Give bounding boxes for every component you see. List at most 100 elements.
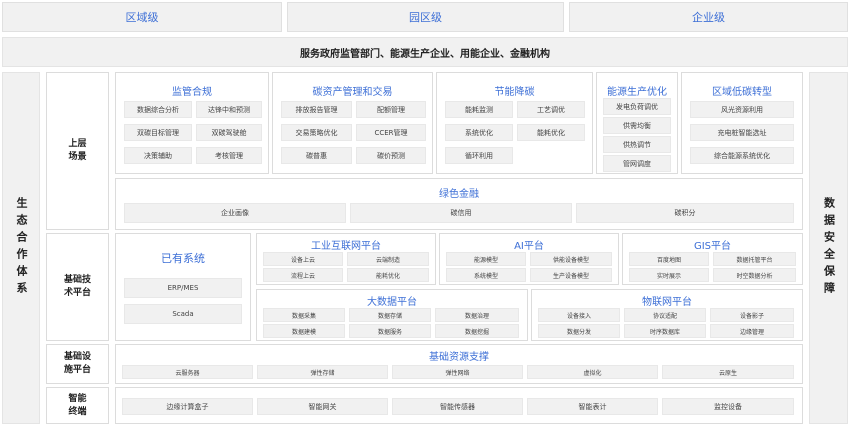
tab-region-level[interactable]: 区域级 — [2, 2, 282, 32]
gis-item[interactable]: 数据托管平台 — [713, 252, 796, 266]
scene-regulatory-item[interactable]: 双碳目标管理 — [124, 124, 192, 141]
gis-item[interactable]: 时空数据分析 — [713, 268, 796, 282]
data-security-label: 数据安全保障 — [809, 72, 848, 424]
ai-platform-title: AI平台 — [514, 241, 544, 252]
bigdata-item[interactable]: 数据挖掘 — [435, 324, 519, 338]
existing-systems: 已有系统 ERP/MES Scada — [115, 233, 251, 341]
iot-platform-title: 物联网平台 — [642, 297, 692, 308]
terminal-item[interactable]: 智能传感器 — [392, 398, 523, 415]
bigdata-item[interactable]: 数据存储 — [349, 308, 431, 322]
scene-regional-transition-item[interactable]: 综合能源系统优化 — [690, 147, 794, 164]
existing-systems-title: 已有系统 — [161, 252, 205, 265]
scene-regional-transition-item[interactable]: 风光资源利用 — [690, 101, 794, 118]
scene-regulatory-item[interactable]: 双碳驾驶舱 — [196, 124, 262, 141]
bigdata-item[interactable]: 数据治理 — [435, 308, 519, 322]
scene-energy-saving-item[interactable]: 工艺调优 — [517, 101, 585, 118]
row-label-upper-1: 上层 — [68, 139, 87, 149]
infra-item[interactable]: 弹性存储 — [257, 365, 388, 379]
bigdata-item[interactable]: 数据采集 — [263, 308, 345, 322]
ecosystem-label-text: 生态合作体系 — [15, 197, 28, 299]
scene-energy-saving-title: 节能降碳 — [494, 87, 535, 98]
scene-energy-production-item[interactable]: 供热调节 — [603, 136, 671, 153]
ai-platform: AI平台 能源模型 供能设备模型 系统模型 生产设备模型 — [439, 233, 619, 285]
existing-system-item[interactable]: ERP/MES — [124, 278, 242, 298]
scene-energy-saving-item[interactable]: 循环利用 — [445, 147, 513, 164]
scene-energy-production-title: 能源生产优化 — [607, 87, 667, 98]
data-security-label-text: 数据安全保障 — [822, 197, 836, 299]
scene-carbon-asset-item[interactable]: 排放报告管理 — [281, 101, 352, 118]
terminal-item[interactable]: 监控设备 — [662, 398, 794, 415]
iot-item[interactable]: 时序数据库 — [624, 324, 706, 338]
ai-item[interactable]: 供能设备模型 — [530, 252, 612, 266]
terminal-item[interactable]: 智能网关 — [257, 398, 388, 415]
infra-item[interactable]: 弹性网络 — [392, 365, 523, 379]
row-label-tech-2: 术平台 — [63, 288, 91, 298]
infra-support-title: 基础资源支撑 — [429, 352, 489, 363]
green-finance-item[interactable]: 碳积分 — [576, 203, 794, 223]
terminal-item[interactable]: 智能表计 — [527, 398, 658, 415]
scene-regulatory-title: 监管合规 — [172, 87, 212, 98]
green-finance: 绿色金融 企业画像 碳信用 碳积分 — [115, 178, 803, 230]
row-label-upper: 上层 场景 — [46, 72, 109, 230]
infra-item[interactable]: 虚拟化 — [527, 365, 658, 379]
scene-regulatory-item[interactable]: 达锋中和预测 — [196, 101, 262, 118]
scene-energy-production-item[interactable]: 管网调度 — [603, 155, 671, 172]
row-label-tech-1: 基础技 — [63, 275, 91, 285]
infra-item[interactable]: 云服务器 — [122, 365, 253, 379]
iot-platform: 物联网平台 设备接入 协议适配 设备影子 数据分发 时序数据库 边缘管理 — [531, 289, 803, 341]
scene-regulatory: 监管合规 数据综合分析 达锋中和预测 双碳目标管理 双碳驾驶舱 决策辅助 考核管… — [115, 72, 269, 174]
iiot-platform-title: 工业互联网平台 — [311, 241, 381, 252]
row-label-smart-1: 智能 — [68, 393, 87, 404]
iot-item[interactable]: 数据分发 — [538, 324, 620, 338]
scene-carbon-asset-item[interactable]: CCER管理 — [356, 124, 426, 141]
smart-terminals: 边缘计算盒子 智能网关 智能传感器 智能表计 监控设备 — [115, 387, 803, 424]
scene-energy-production: 能源生产优化 发电负荷调优 供需均衡 供热调节 管网调度 — [596, 72, 678, 174]
scene-energy-production-item[interactable]: 发电负荷调优 — [603, 98, 671, 115]
scene-regional-transition-item[interactable]: 充电桩智能选址 — [690, 124, 794, 141]
scene-energy-production-item[interactable]: 供需均衡 — [603, 117, 671, 134]
scene-regulatory-item[interactable]: 数据综合分析 — [124, 101, 192, 118]
iot-item[interactable]: 边缘管理 — [710, 324, 794, 338]
iiot-item[interactable]: 设备上云 — [263, 252, 343, 266]
iiot-item[interactable]: 流程上云 — [263, 268, 343, 282]
iot-item[interactable]: 设备影子 — [710, 308, 794, 322]
ai-item[interactable]: 系统模型 — [446, 268, 526, 282]
scene-energy-saving-item[interactable]: 能耗监测 — [445, 101, 513, 118]
gis-item[interactable]: 百度地图 — [629, 252, 709, 266]
service-banner: 服务政府监管部门、能源生产企业、用能企业、金融机构 — [2, 37, 848, 67]
green-finance-item[interactable]: 企业画像 — [124, 203, 346, 223]
iot-item[interactable]: 协议适配 — [624, 308, 706, 322]
scene-carbon-asset-item[interactable]: 碳普惠 — [281, 147, 352, 164]
tab-park-level[interactable]: 园区级 — [287, 2, 564, 32]
ai-item[interactable]: 能源模型 — [446, 252, 526, 266]
scene-regulatory-item[interactable]: 决策辅助 — [124, 147, 192, 164]
terminal-item[interactable]: 边缘计算盒子 — [122, 398, 253, 415]
row-label-infra: 基础设 施平台 — [46, 344, 109, 384]
iot-item[interactable]: 设备接入 — [538, 308, 620, 322]
green-finance-item[interactable]: 碳信用 — [350, 203, 572, 223]
bigdata-item[interactable]: 数据建模 — [263, 324, 345, 338]
scene-carbon-asset-item[interactable]: 配额管理 — [356, 101, 426, 118]
gis-item[interactable]: 实时展示 — [629, 268, 709, 282]
scene-regulatory-item[interactable]: 考核管理 — [196, 147, 262, 164]
ecosystem-label: 生态合作体系 — [2, 72, 40, 424]
scene-carbon-asset-title: 碳资产管理和交易 — [312, 87, 393, 98]
green-finance-title: 绿色金融 — [439, 189, 479, 200]
scene-energy-saving-item[interactable]: 系统优化 — [445, 124, 513, 141]
iiot-item[interactable]: 能耗优化 — [347, 268, 429, 282]
scene-carbon-asset-item[interactable]: 碳价预测 — [356, 147, 426, 164]
bigdata-platform: 大数据平台 数据采集 数据存储 数据治理 数据建模 数据服务 数据挖掘 — [256, 289, 528, 341]
scene-carbon-asset-item[interactable]: 交易策略优化 — [281, 124, 352, 141]
row-label-tech: 基础技 术平台 — [46, 233, 109, 341]
scene-energy-saving-item[interactable]: 能耗优化 — [517, 124, 585, 141]
row-label-upper-2: 场景 — [68, 152, 87, 162]
row-label-smart: 智能 终端 — [46, 387, 109, 424]
iiot-item[interactable]: 云端制造 — [347, 252, 429, 266]
tab-enterprise-level[interactable]: 企业级 — [569, 2, 848, 32]
existing-system-item[interactable]: Scada — [124, 304, 242, 324]
scene-energy-saving: 节能降碳 能耗监测 工艺调优 系统优化 能耗优化 循环利用 — [436, 72, 593, 174]
bigdata-item[interactable]: 数据服务 — [349, 324, 431, 338]
infra-item[interactable]: 云原生 — [662, 365, 794, 379]
scene-carbon-asset: 碳资产管理和交易 排放报告管理 配额管理 交易策略优化 CCER管理 碳普惠 碳… — [272, 72, 433, 174]
ai-item[interactable]: 生产设备模型 — [530, 268, 612, 282]
